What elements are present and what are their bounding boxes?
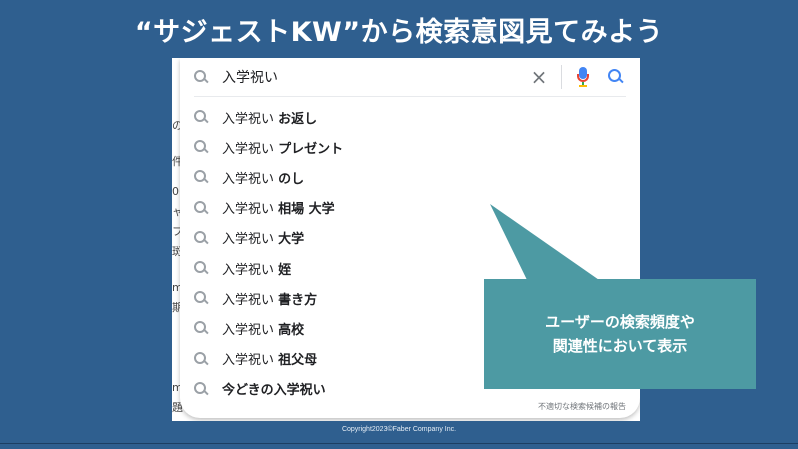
- suggestion-prefix: 入学祝い: [222, 262, 279, 278]
- search-icon: [194, 351, 208, 366]
- suggestion-suffix: 相場 大学: [278, 202, 335, 218]
- search-input-row[interactable]: 入学祝い ×: [180, 58, 640, 96]
- copyright-text: Copyright2023©Faber Company Inc.: [341, 426, 457, 433]
- search-icon: [194, 230, 208, 245]
- suggestion-suffix: 祖父母: [278, 353, 318, 369]
- callout-box: ユーザーの検索頻度や 関連性において表示: [484, 279, 756, 389]
- suggestion-prefix: 入学祝い: [222, 322, 279, 338]
- search-icon: [194, 170, 208, 184]
- suggestion-prefix: 入学祝い: [222, 141, 279, 157]
- suggestion-suffix: プレゼント: [278, 141, 344, 157]
- search-icon: [194, 110, 208, 124]
- suggestion-suffix: 姪: [278, 262, 292, 278]
- suggestion-item[interactable]: 入学祝い 相場 大学: [180, 193, 640, 223]
- suggestion-item[interactable]: 入学祝い プレゼント: [180, 132, 640, 162]
- suggestion-prefix: 入学祝い: [222, 111, 279, 127]
- suggestion-suffix: のし: [278, 171, 305, 187]
- search-icon: [194, 321, 208, 335]
- suggestion-suffix: お返し: [278, 111, 318, 127]
- suggestion-prefix: 入学祝い: [222, 171, 279, 187]
- search-button[interactable]: [608, 69, 624, 85]
- divider: [561, 65, 562, 89]
- suggestion-suffix: 今どきの入学祝い: [222, 383, 326, 399]
- suggestion-suffix: 大学: [278, 232, 305, 248]
- search-icon: [194, 140, 208, 154]
- search-icon: [194, 291, 208, 305]
- search-icon: [194, 200, 208, 215]
- suggestion-suffix: 書き方: [278, 292, 318, 308]
- suggestion-prefix: 入学祝い: [222, 232, 279, 248]
- divider: [194, 96, 626, 97]
- search-icon: [194, 381, 208, 396]
- suggestion-prefix: 入学祝い: [222, 292, 279, 308]
- callout-line: ユーザーの検索頻度や: [545, 313, 695, 331]
- suggestion-item[interactable]: 入学祝い お返し: [180, 102, 640, 132]
- slide-title: “サジェストKW”から検索意図見てみよう: [134, 17, 664, 48]
- search-icon: [194, 261, 208, 275]
- callout-line: 関連性において表示: [552, 337, 688, 355]
- search-input[interactable]: 入学祝い: [222, 67, 529, 87]
- close-icon[interactable]: ×: [529, 67, 549, 87]
- search-icon: [194, 70, 208, 84]
- divider: [0, 443, 798, 444]
- suggestion-prefix: 入学祝い: [222, 202, 279, 218]
- suggestion-item[interactable]: 入学祝い のし: [180, 162, 640, 192]
- report-suggestion-link[interactable]: 不適切な検索候補の報告: [538, 401, 626, 412]
- suggestion-item[interactable]: 入学祝い 大学: [180, 223, 640, 253]
- suggestion-prefix: 入学祝い: [222, 353, 279, 369]
- suggestion-suffix: 高校: [278, 322, 305, 338]
- mic-icon[interactable]: [574, 66, 592, 88]
